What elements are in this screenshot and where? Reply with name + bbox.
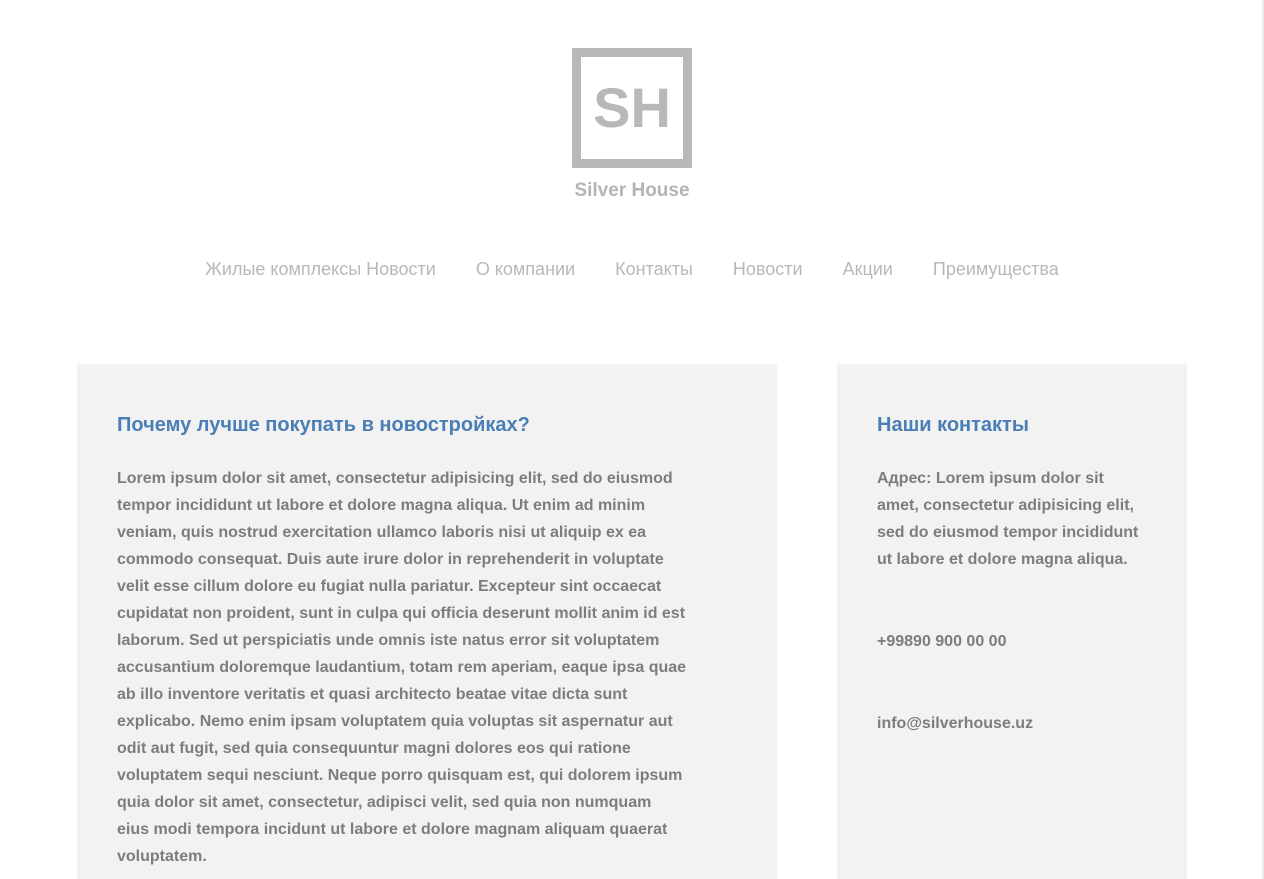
article-title: Почему лучше покупать в новостройках? bbox=[117, 414, 530, 436]
nav-item-residential-complexes[interactable]: Жилые комплексы Новости bbox=[205, 257, 456, 281]
nav-item-news[interactable]: Новости bbox=[713, 257, 823, 281]
logo[interactable]: SH bbox=[572, 48, 692, 168]
contacts-title: Наши контакты bbox=[877, 414, 1029, 436]
article-panel: Почему лучше покупать в новостройках? Lo… bbox=[77, 364, 777, 879]
contacts-address: Адрес: Lorem ipsum dolor sit amet, conse… bbox=[877, 470, 1139, 568]
nav-item-promotions[interactable]: Акции bbox=[823, 257, 913, 281]
brand-name: Silver House bbox=[574, 180, 690, 201]
page: SH Silver House Жилые комплексы Новости … bbox=[0, 0, 1264, 879]
contacts-email[interactable]: info@silverhouse.uz bbox=[877, 710, 1147, 737]
nav-item-advantages[interactable]: Преимущества bbox=[913, 257, 1059, 281]
article-body: Lorem ipsum dolor sit amet, consectetur … bbox=[117, 470, 687, 865]
main-nav: Жилые комплексы Новости О компании Конта… bbox=[0, 257, 1264, 281]
nav-item-contacts[interactable]: Контакты bbox=[595, 257, 713, 281]
contacts-phone[interactable]: +99890 900 00 00 bbox=[877, 628, 1147, 655]
contacts-panel: Наши контакты Адрес: Lorem ipsum dolor s… bbox=[837, 364, 1187, 879]
nav-item-about[interactable]: О компании bbox=[456, 257, 595, 281]
logo-mark: SH bbox=[593, 76, 671, 139]
